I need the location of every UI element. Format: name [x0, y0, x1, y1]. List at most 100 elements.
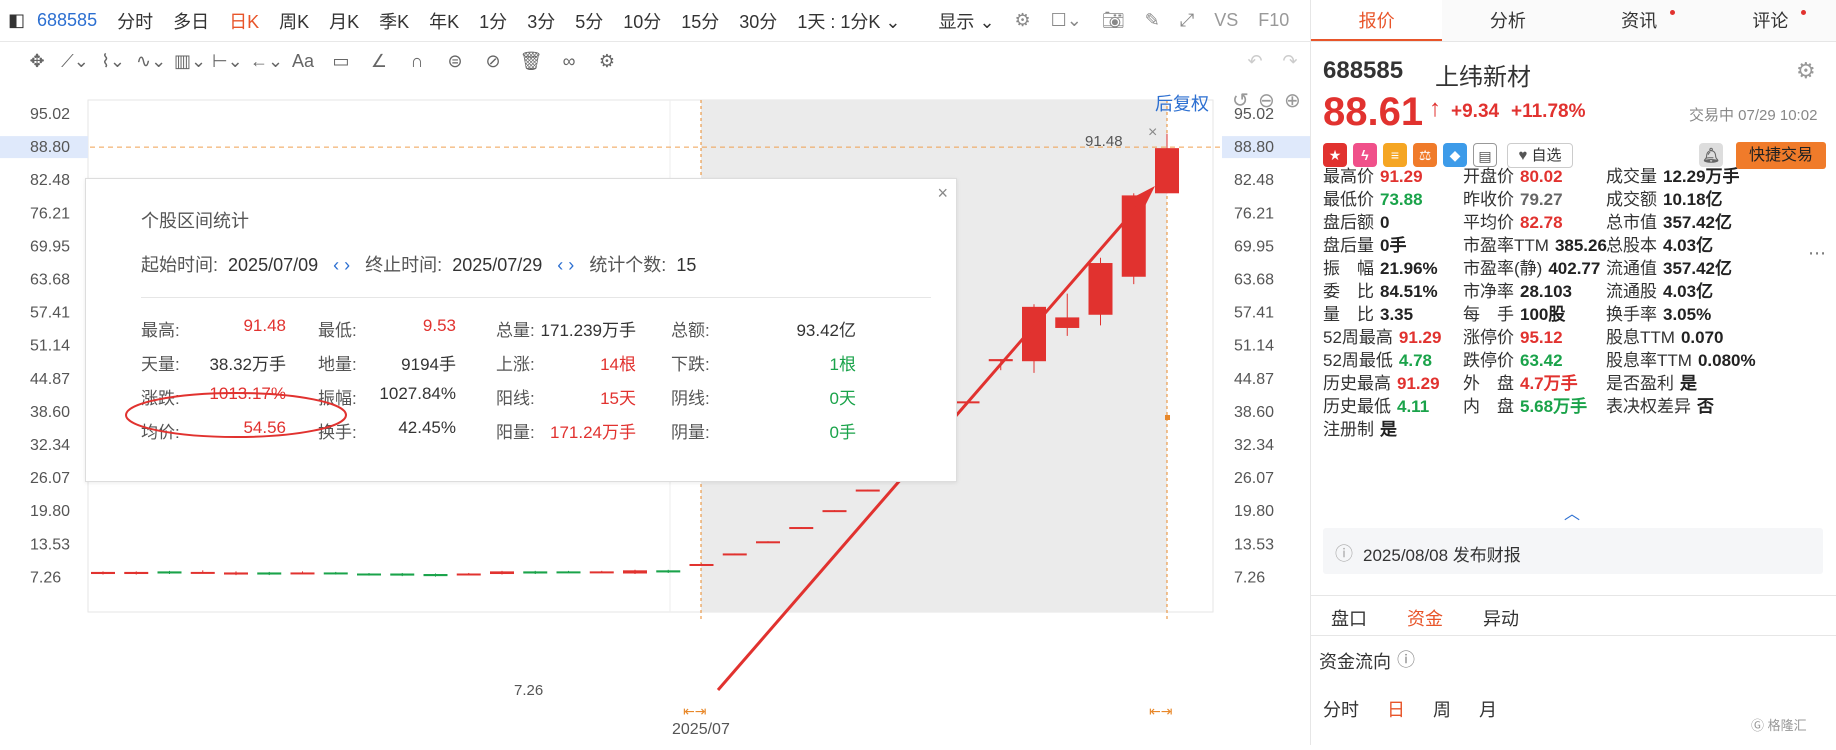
range-tool-icon[interactable]: ⊢⌄	[212, 51, 243, 72]
y-tick-label-left: 7.26	[30, 569, 61, 586]
sub-tab[interactable]: 盘口	[1331, 605, 1367, 631]
end-adjust-icon[interactable]: ‹ ›	[557, 255, 574, 275]
flow-tab[interactable]: 分时	[1323, 696, 1359, 722]
quote-field-key: 注册制	[1323, 420, 1374, 439]
fib-tool-icon[interactable]: ▥⌄	[174, 51, 206, 72]
quote-field-key: 历史最高	[1323, 374, 1391, 393]
y-tick-label-right: 51.14	[1234, 338, 1274, 355]
quote-field-key: 委 比	[1323, 282, 1374, 301]
quote-field-value: 73.88	[1380, 190, 1423, 209]
ruler-icon[interactable]: ∠	[364, 51, 394, 72]
undo-icon[interactable]: ↶	[1240, 51, 1270, 72]
candle-body	[1055, 317, 1080, 328]
panel-settings-icon[interactable]: ⚙	[1796, 58, 1816, 84]
quote-field: 成交量 12.29万手	[1606, 162, 1740, 187]
lock-drawing-icon[interactable]: ⊜	[440, 51, 470, 72]
notice-bar[interactable]: ⓘ 2025/08/08 发布财报	[1323, 528, 1823, 574]
pencil-icon[interactable]: ✎	[1135, 10, 1170, 31]
quote-code: 688585	[1323, 57, 1404, 84]
zoom-in-icon[interactable]: ⊕	[1284, 88, 1301, 113]
candle-body	[257, 572, 282, 575]
flow-tab[interactable]: 周	[1433, 696, 1451, 722]
magnet-icon[interactable]: ∩	[402, 51, 432, 72]
quote-tab[interactable]: 分析	[1442, 0, 1573, 41]
adjust-mode-button[interactable]: 后复权	[1155, 90, 1209, 116]
delete-icon[interactable]: 🗑︎	[516, 51, 546, 72]
start-label: 起始时间:	[141, 255, 219, 275]
range-select[interactable]: 1天 : 1分K ⌄	[787, 8, 910, 34]
y-tick-label-left: 76.21	[30, 205, 70, 222]
f10-button[interactable]: F10	[1248, 10, 1299, 31]
line-tool-icon[interactable]: ⟋⌄	[60, 51, 90, 72]
reset-icon[interactable]: ↺	[1232, 88, 1249, 113]
move-icon[interactable]: ✥	[22, 51, 52, 72]
flow-tab[interactable]: 月	[1479, 696, 1497, 722]
period-tab[interactable]: 周K	[269, 8, 319, 34]
period-tab[interactable]: 1分	[469, 8, 517, 34]
vs-button[interactable]: VS	[1204, 10, 1248, 31]
period-tab[interactable]: 日K	[219, 8, 269, 34]
period-tab[interactable]: 15分	[671, 8, 729, 34]
display-select-label: 显示	[938, 11, 975, 32]
fullscreen-icon[interactable]: ⤢	[1170, 10, 1204, 31]
sub-tab[interactable]: 异动	[1483, 605, 1519, 631]
zoom-out-icon[interactable]: ⊖	[1258, 88, 1275, 113]
quote-tab[interactable]: 报价	[1311, 0, 1443, 41]
draw-settings-icon[interactable]: ⚙	[592, 51, 622, 72]
period-tab[interactable]: 5分	[565, 8, 613, 34]
price-change-pct: +11.78%	[1511, 101, 1586, 122]
period-tab[interactable]: 月K	[319, 8, 369, 34]
quote-field-value: 否	[1697, 397, 1714, 416]
camera-icon[interactable]: 📷︎	[1092, 10, 1135, 31]
period-tab[interactable]: 分时	[107, 8, 163, 34]
fast-trade-button[interactable]: 快捷交易	[1736, 142, 1826, 169]
candle-body	[623, 570, 647, 574]
stats-divider	[141, 297, 931, 298]
redo-icon[interactable]: ↷	[1275, 51, 1305, 72]
period-tab[interactable]: 季K	[369, 8, 419, 34]
quote-field-key: 市净率	[1463, 282, 1514, 301]
text-tool-icon[interactable]: Aa	[288, 51, 318, 72]
display-select[interactable]: 显示 ⌄	[928, 8, 1004, 34]
quote-tab[interactable]: 资讯	[1574, 0, 1705, 41]
settings-icon[interactable]: ⚙	[1005, 10, 1041, 31]
link-icon[interactable]: ∞	[554, 51, 584, 72]
stock-code-label[interactable]: 688585	[31, 10, 107, 31]
notification-dot	[1669, 10, 1675, 15]
quote-field: 股息TTM 0.070	[1606, 323, 1723, 348]
marker-close-icon: ×	[1148, 124, 1157, 141]
quote-field-key: 涨停价	[1463, 328, 1514, 347]
comment-tool-icon[interactable]: ▭	[326, 51, 356, 72]
flow-info-icon[interactable]: ⓘ	[1397, 646, 1415, 672]
start-adjust-icon[interactable]: ‹ ›	[333, 255, 350, 275]
period-tab[interactable]: 多日	[163, 8, 219, 34]
square-select-icon[interactable]: ☐⌄	[1041, 10, 1092, 31]
watermark-logo-icon: Ⓖ	[1751, 718, 1765, 733]
wave-tool-icon[interactable]: ∿⌄	[136, 51, 166, 72]
sub-tab[interactable]: 资金	[1407, 605, 1443, 631]
close-icon[interactable]: ×	[937, 183, 948, 204]
hide-drawing-icon[interactable]: ⊘	[478, 51, 508, 72]
quote-field: 外 盘 4.7万手	[1463, 369, 1578, 394]
quote-name: 上纬新材	[1435, 64, 1531, 91]
notice-text: 2025/08/08 发布财报	[1363, 546, 1521, 565]
period-tab[interactable]: 年K	[419, 8, 469, 34]
collapse-chevron-icon[interactable]: ︿	[1564, 500, 1580, 524]
period-tab[interactable]: 3分	[517, 8, 565, 34]
divider	[1311, 595, 1836, 596]
period-tab[interactable]: 10分	[613, 8, 671, 34]
sidebar-toggle-icon[interactable]: ◧	[0, 10, 31, 31]
quote-tab[interactable]: 评论	[1705, 0, 1836, 41]
quote-field-value: 是	[1380, 420, 1397, 439]
flow-tab[interactable]: 日	[1387, 696, 1405, 722]
arrow-tool-icon[interactable]: ←⌄	[250, 51, 283, 72]
period-tab[interactable]: 30分	[729, 8, 787, 34]
quote-field-key: 是否盈利	[1606, 374, 1674, 393]
polyline-tool-icon[interactable]: ⌇⌄	[98, 51, 128, 72]
quote-field-key: 跌停价	[1463, 351, 1514, 370]
range-select-label: 1天 : 1分K	[797, 11, 881, 32]
stats-row: 天量: 38.32万手 地量: 9194手 上涨: 14根 下跌: 1根	[141, 350, 931, 376]
quote-field-key: 内 盘	[1463, 397, 1514, 416]
candle-body	[390, 573, 415, 576]
more-options-icon[interactable]: ⋯	[1808, 243, 1826, 264]
